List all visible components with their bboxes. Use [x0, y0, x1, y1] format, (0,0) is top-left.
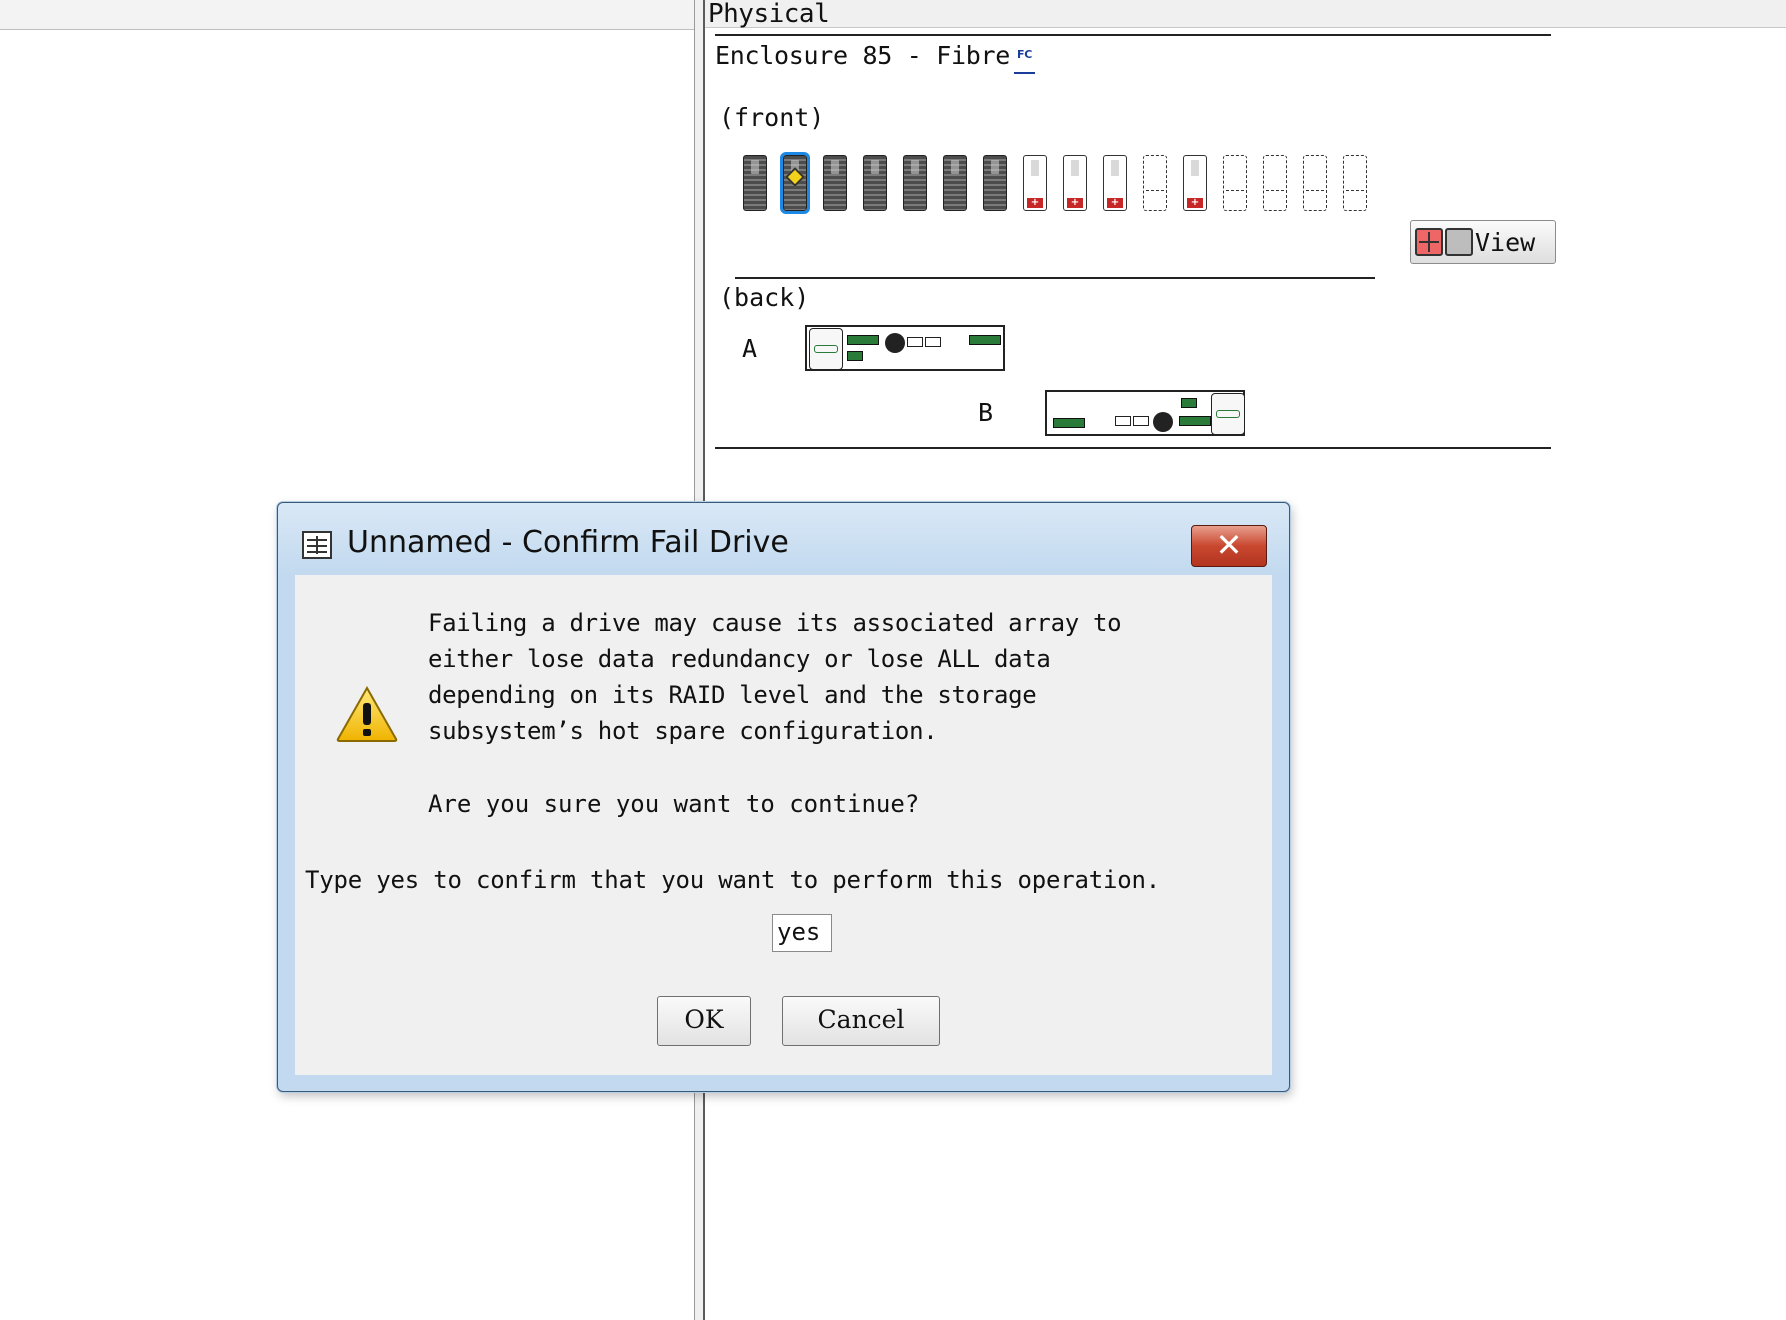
fan-icon [1153, 412, 1173, 432]
confirm-instruction: Type yes to confirm that you want to per… [305, 866, 1160, 894]
drive-bay-9[interactable]: + [1063, 155, 1087, 211]
app-icon [302, 531, 332, 559]
drive-bay-4[interactable] [863, 155, 887, 211]
divider [715, 447, 1551, 449]
warning-icon [336, 685, 398, 742]
drive-bay-15[interactable] [1303, 155, 1327, 211]
view-button[interactable]: View [1410, 220, 1556, 264]
dialog-titlebar[interactable]: Unnamed - Confirm Fail Drive ✕ [278, 503, 1289, 575]
port-icon [1115, 416, 1131, 426]
port-icon [847, 335, 879, 345]
divider [735, 277, 1375, 279]
drive-bay-10[interactable]: + [1103, 155, 1127, 211]
confirm-text-field[interactable]: yes [772, 914, 832, 952]
tab-physical[interactable]: Physical [708, 0, 830, 29]
drive-bay-3[interactable] [823, 155, 847, 211]
enclosure-header: Enclosure 85 - Fibre FC [715, 38, 1036, 74]
view-button-label: View [1475, 227, 1536, 257]
controller-a[interactable] [805, 325, 1005, 371]
port-icon [907, 337, 923, 347]
fan-icon [885, 333, 905, 353]
back-label: (back) [719, 283, 810, 312]
confirm-question: Are you sure you want to continue? [428, 790, 920, 818]
fc-badge-icon: FC [1014, 38, 1036, 74]
port-icon [969, 335, 1001, 345]
port-icon [1053, 418, 1085, 428]
drive-bay-16[interactable] [1343, 155, 1367, 211]
close-button[interactable]: ✕ [1191, 525, 1267, 567]
failed-drive-icon: + [1107, 198, 1123, 208]
drive-bay-5[interactable] [903, 155, 927, 211]
divider [715, 34, 1551, 36]
confirm-fail-drive-dialog: Unnamed - Confirm Fail Drive ✕ Failing a… [277, 502, 1290, 1092]
drive-bay-12[interactable]: + [1183, 155, 1207, 211]
failed-drive-icon: + [1027, 198, 1043, 208]
cancel-button[interactable]: Cancel [782, 996, 940, 1046]
drive-bay-14[interactable] [1263, 155, 1287, 211]
power-supply-icon [809, 328, 843, 370]
failed-drive-icon: + [1067, 198, 1083, 208]
dialog-body: Failing a drive may cause its associated… [295, 575, 1272, 1075]
drive-bay-6[interactable] [943, 155, 967, 211]
port-icon [847, 351, 863, 361]
enclosure-title: Enclosure 85 - Fibre [715, 41, 1011, 70]
drive-bay-row: + + + + [743, 152, 1383, 215]
drive-bay-13[interactable] [1223, 155, 1247, 211]
drive-bay-8[interactable]: + [1023, 155, 1047, 211]
warning-message: Failing a drive may cause its associated… [428, 609, 1122, 745]
front-label: (front) [719, 103, 825, 132]
drive-bay-1[interactable] [743, 155, 767, 211]
controller-a-label: A [742, 334, 758, 363]
drive-bay-11[interactable] [1143, 155, 1167, 211]
dialog-title: Unnamed - Confirm Fail Drive [347, 525, 789, 560]
selected-diamond-icon [785, 167, 805, 187]
port-icon [1181, 398, 1197, 408]
camera-icon [1445, 228, 1473, 256]
controller-b-label: B [978, 398, 994, 427]
controller-b[interactable] [1045, 390, 1245, 436]
power-supply-icon [1211, 393, 1245, 435]
ok-button[interactable]: OK [657, 996, 751, 1046]
port-icon [1179, 416, 1211, 426]
fan-icon [1415, 228, 1443, 256]
left-pane-header [0, 0, 694, 30]
drive-bay-2[interactable] [780, 152, 810, 214]
drive-bay-7[interactable] [983, 155, 1007, 211]
tab-strip: Physical [705, 0, 1786, 29]
failed-drive-icon: + [1187, 198, 1203, 208]
port-icon [925, 337, 941, 347]
port-icon [1133, 416, 1149, 426]
